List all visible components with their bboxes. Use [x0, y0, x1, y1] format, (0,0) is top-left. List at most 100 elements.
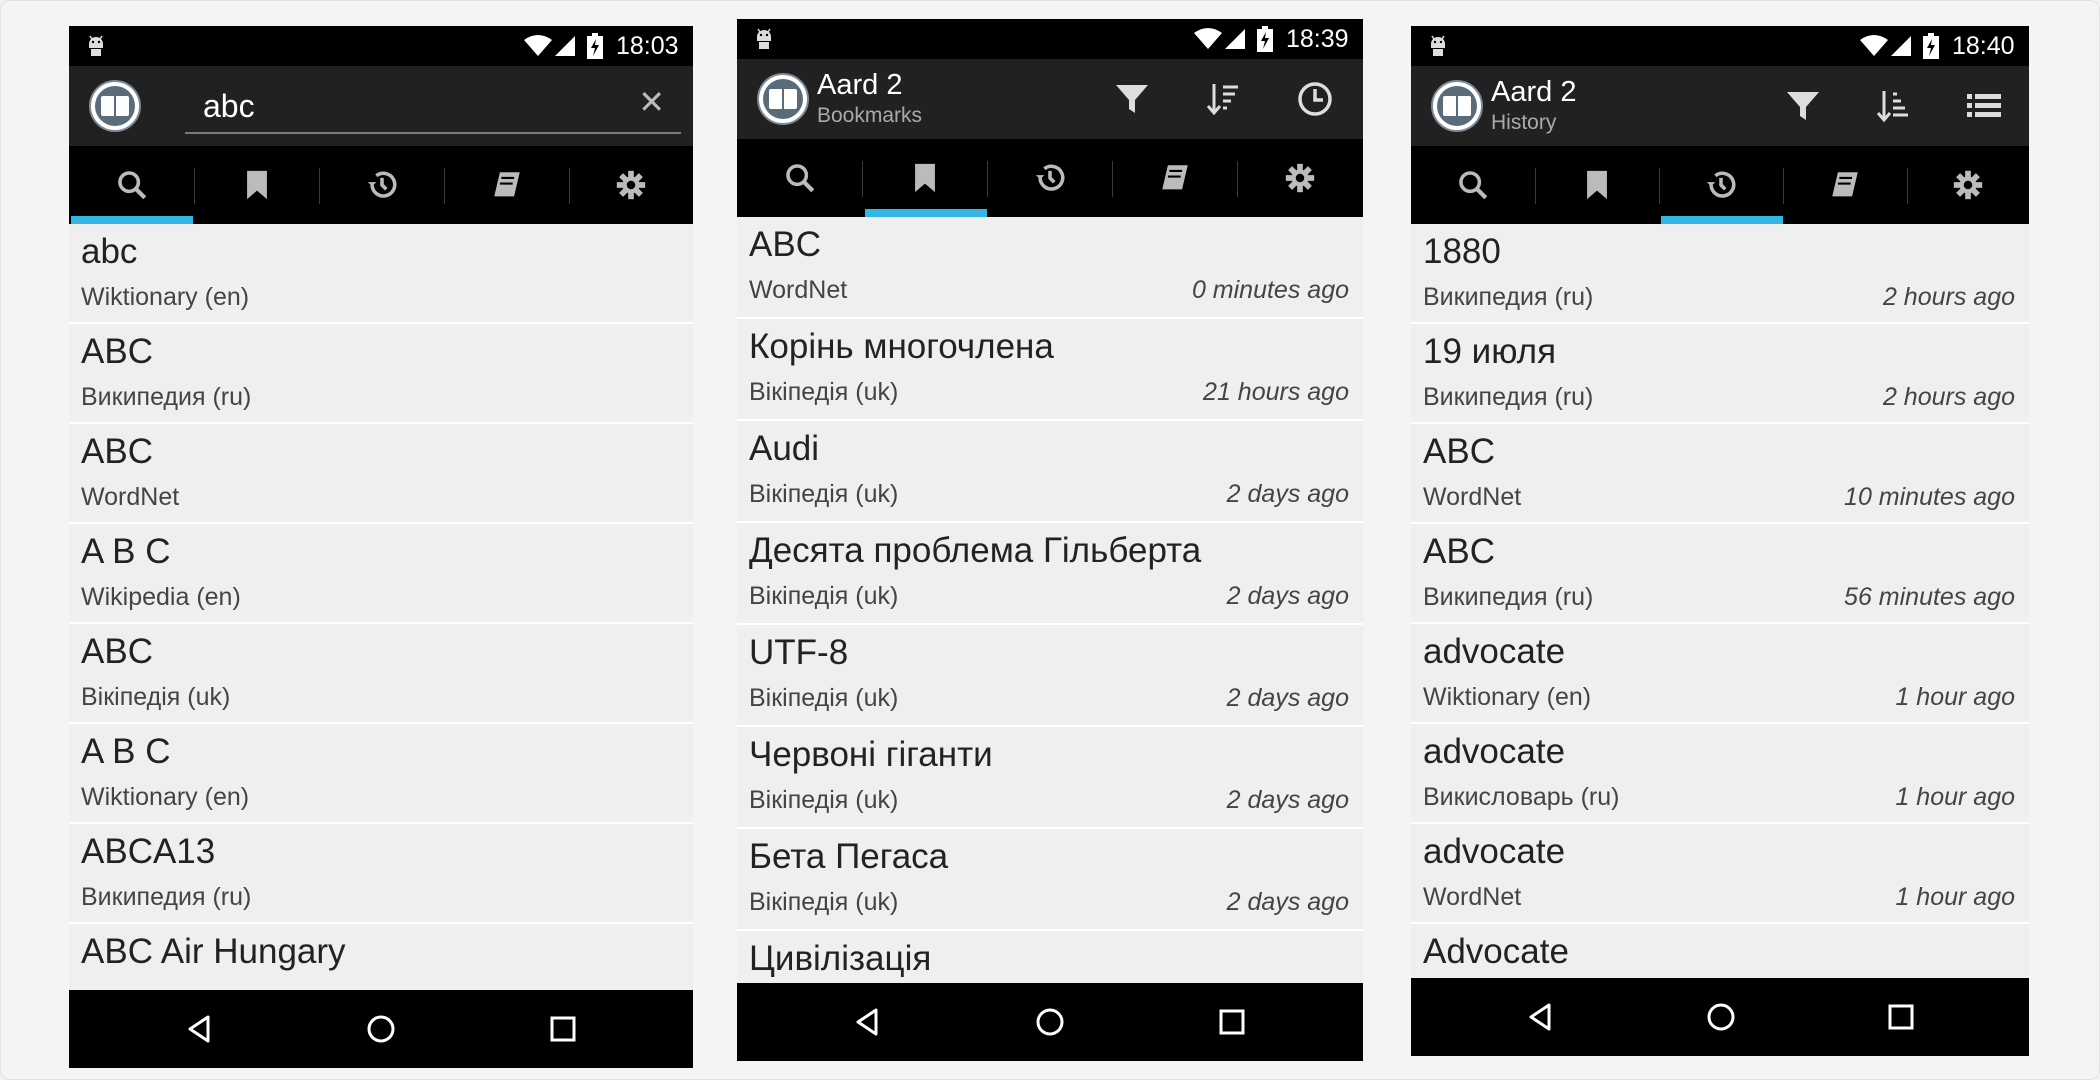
app-logo-icon[interactable] [89, 80, 141, 132]
list-item[interactable]: A B C Wikipedia (en) [69, 524, 693, 624]
item-time: 1 hour ago [1895, 783, 2015, 811]
active-tab-indicator [71, 216, 193, 224]
sort-icon[interactable] [1874, 86, 1914, 126]
tab-settings[interactable] [1237, 139, 1363, 217]
list-item[interactable]: Бета Пегаса Вікіпедія (uk) 2 days ago [737, 829, 1363, 931]
tab-history[interactable] [1659, 146, 1783, 224]
tab-search[interactable] [1411, 146, 1535, 224]
recents-icon[interactable] [543, 1009, 583, 1049]
search-icon [1459, 171, 1488, 200]
dictionary-icon [493, 172, 520, 197]
list-item[interactable]: 19 июля Википедия (ru) 2 hours ago [1411, 324, 2029, 424]
item-time: 0 minutes ago [1191, 276, 1349, 304]
tab-bookmarks[interactable] [194, 146, 319, 224]
home-icon[interactable] [361, 1009, 401, 1049]
item-source: WordNet [749, 276, 848, 304]
status-bar: 18:03 [69, 26, 693, 66]
wifi-icon [1860, 35, 1888, 56]
clock-icon[interactable] [1295, 79, 1335, 119]
list-item[interactable]: advocate Викисловарь (ru) 1 hour ago [1411, 724, 2029, 824]
list-item[interactable]: Audi Вікіпедія (uk) 2 days ago [737, 421, 1363, 523]
item-title: ABC [81, 632, 153, 671]
filter-icon[interactable] [1783, 86, 1823, 126]
item-title: ABC [749, 225, 821, 264]
app-title: Aard 2 [817, 69, 903, 101]
app-logo-icon[interactable] [1431, 80, 1483, 132]
lookup-results-list: abc Wiktionary (en) ABC Википедия (ru) ABC… [69, 224, 693, 1024]
tab-history[interactable] [319, 146, 444, 224]
item-source: Вікіпедія (uk) [749, 684, 899, 712]
tab-history[interactable] [987, 139, 1112, 217]
item-title: Цивілізація [749, 939, 932, 978]
clear-search-button[interactable]: ✕ [638, 86, 665, 118]
item-source: WordNet [1423, 883, 1522, 911]
history-icon [1706, 171, 1736, 198]
action-bar: abc ✕ [69, 66, 693, 146]
search-query[interactable]: abc [203, 88, 255, 125]
search-input[interactable]: abc ✕ [185, 78, 681, 134]
status-time: 18:40 [1952, 32, 2015, 60]
list-item[interactable]: Корінь многочлена Вікіпедія (uk) 21 hours … [737, 319, 1363, 421]
item-source: Вікіпедія (uk) [749, 480, 899, 508]
action-bar: Aard 2 Bookmarks [737, 59, 1363, 139]
tab-divider [319, 168, 320, 204]
back-icon[interactable] [180, 1009, 220, 1049]
list-item[interactable]: ABC Википедия (ru) 56 minutes ago [1411, 524, 2029, 624]
list-item[interactable]: ABC WordNet 0 minutes ago [737, 217, 1363, 319]
list-item[interactable]: ABC Википедия (ru) [69, 324, 693, 424]
wifi-icon [524, 35, 552, 56]
phone-search-screen: 18:03 abc ✕ abc Wiktionary (en) ABC Википе… [69, 26, 693, 1068]
tab-settings[interactable] [569, 146, 693, 224]
list-item[interactable]: A B C Wiktionary (en) [69, 724, 693, 824]
tab-search[interactable] [737, 139, 862, 217]
list-item[interactable]: UTF-8 Вікіпедія (uk) 2 days ago [737, 625, 1363, 727]
item-title: ABC [1423, 532, 1495, 571]
tab-divider [862, 161, 863, 197]
tab-dictionaries[interactable] [1783, 146, 1907, 224]
tab-search[interactable] [69, 146, 194, 224]
recents-icon[interactable] [1881, 997, 1921, 1037]
list-item[interactable]: ABCA13 Википедия (ru) [69, 824, 693, 924]
sort-icon[interactable] [1204, 79, 1244, 119]
item-time: 2 days ago [1226, 480, 1349, 508]
tab-dictionaries[interactable] [1112, 139, 1237, 217]
list-item[interactable]: abc Wiktionary (en) [69, 224, 693, 324]
list-item[interactable]: advocate WordNet 1 hour ago [1411, 824, 2029, 924]
tab-divider [1659, 168, 1660, 204]
list-item[interactable]: ABC Вікіпедія (uk) [69, 624, 693, 724]
tab-settings[interactable] [1907, 146, 2029, 224]
list-item[interactable]: Десята проблема Гільберта Вікіпедія (uk) 2… [737, 523, 1363, 625]
filter-icon[interactable] [1112, 79, 1152, 119]
back-icon[interactable] [848, 1002, 888, 1042]
back-icon[interactable] [1521, 997, 1561, 1037]
tab-bar [69, 146, 693, 224]
item-source: Вікіпедія (uk) [749, 786, 899, 814]
navigation-bar [69, 990, 693, 1068]
list-item[interactable]: ABC WordNet 10 minutes ago [1411, 424, 2029, 524]
tab-dictionaries[interactable] [444, 146, 569, 224]
home-icon[interactable] [1030, 1002, 1070, 1042]
list-item[interactable]: ABC WordNet [69, 424, 693, 524]
tab-bookmarks[interactable] [1535, 146, 1659, 224]
list-item[interactable]: advocate Wiktionary (en) 1 hour ago [1411, 624, 2029, 724]
item-title: Корінь многочлена [749, 327, 1054, 366]
screen-subtitle: Bookmarks [817, 104, 923, 127]
recents-icon[interactable] [1212, 1002, 1252, 1042]
item-title: advocate [1423, 632, 1566, 671]
app-logo-icon[interactable] [757, 73, 809, 125]
item-source: Викисловарь (ru) [1423, 783, 1620, 811]
tab-divider [569, 168, 570, 204]
dictionary-icon [1832, 172, 1858, 197]
list-icon[interactable] [1964, 86, 2004, 126]
tab-bookmarks[interactable] [862, 139, 987, 217]
item-title: ABCA13 [81, 832, 216, 871]
bookmark-icon [914, 163, 935, 193]
item-time: 56 minutes ago [1844, 583, 2015, 611]
list-item[interactable]: 1880 Википедия (ru) 2 hours ago [1411, 224, 2029, 324]
status-bar: 18:40 [1411, 26, 2029, 66]
list-item[interactable]: Червоні гіганти Вікіпедія (uk) 2 days ago [737, 727, 1363, 829]
item-time: 1 hour ago [1895, 883, 2015, 911]
item-title: 19 июля [1423, 332, 1557, 371]
gear-icon [616, 170, 646, 200]
home-icon[interactable] [1701, 997, 1741, 1037]
